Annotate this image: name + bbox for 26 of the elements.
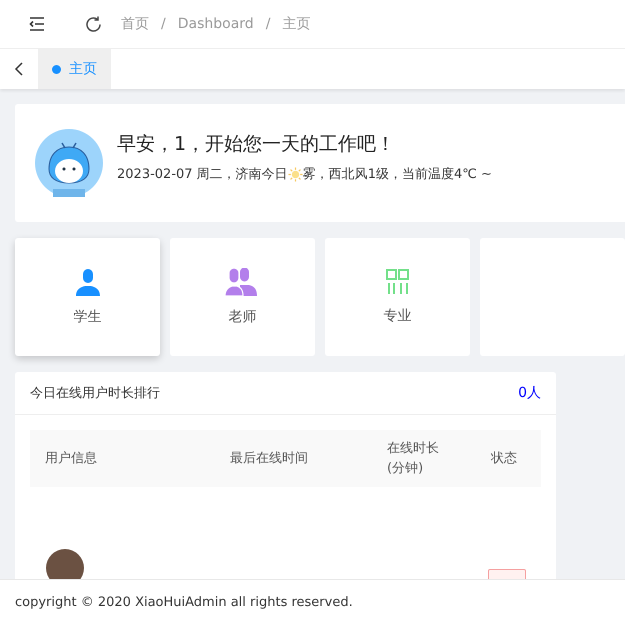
grid-icon <box>386 269 410 295</box>
stat-card[interactable]: 学生 <box>15 238 160 356</box>
card-title: 今日在线用户时长排行 <box>30 385 160 402</box>
stat-card[interactable]: 专业 <box>325 238 470 356</box>
refresh-icon[interactable] <box>85 16 102 32</box>
column-header: 状态 <box>490 450 518 468</box>
greeting-text: 早安，1，开始您一天的工作吧！ <box>117 132 396 157</box>
breadcrumb-separator: / <box>161 16 166 32</box>
column-header: 用户信息 <box>44 450 98 468</box>
breadcrumb-item[interactable]: 首页 <box>121 15 149 33</box>
column-header: 在线时长 (分钟) <box>386 440 440 478</box>
menu-fold-icon[interactable] <box>29 17 45 31</box>
breadcrumb-separator: / <box>266 16 270 32</box>
cartoon-avatar <box>35 129 103 197</box>
footer-text: copyright © 2020 XiaoHuiAdmin all rights reserved. <box>0 579 625 625</box>
page-tab[interactable]: 主页 <box>38 49 111 89</box>
stat-card[interactable]: 老师 <box>170 238 315 356</box>
weather-text: 雾，西北风1级，当前温度4℃ ~ <box>302 166 492 183</box>
column-header: 最后在线时间 <box>229 450 309 468</box>
online-count: 0人 <box>518 384 541 402</box>
breadcrumb-item[interactable]: Dashboard <box>178 16 254 32</box>
breadcrumb-item[interactable]: 主页 <box>282 15 310 33</box>
sun-icon <box>288 166 303 182</box>
person-icon <box>74 268 102 296</box>
date-location-text: 2023-02-07 周二，济南今日 <box>117 166 288 183</box>
chevron-left-icon[interactable] <box>14 62 24 76</box>
